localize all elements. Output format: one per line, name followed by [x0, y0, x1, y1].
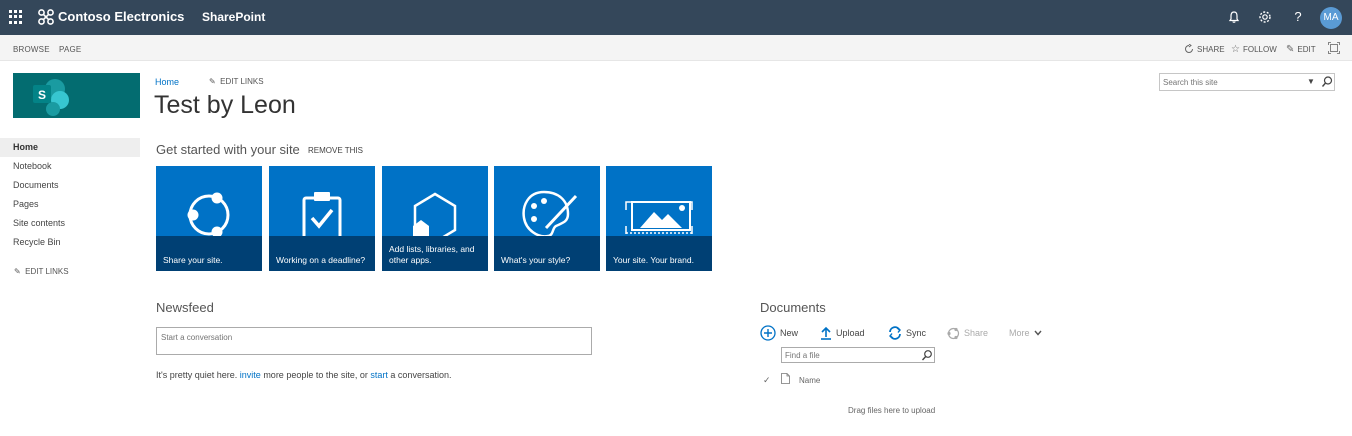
- search-input[interactable]: [1163, 76, 1301, 88]
- upload-arrow-icon: [821, 326, 831, 340]
- conversation-input[interactable]: [161, 331, 581, 343]
- pencil-icon: ✎: [1286, 44, 1295, 55]
- drag-files-hint: Drag files here to upload: [848, 406, 936, 415]
- left-nav-item-home[interactable]: Home: [0, 138, 140, 157]
- more-button[interactable]: More: [1009, 325, 1042, 341]
- tile-caption: Working on a deadline?: [269, 236, 375, 271]
- left-nav-item-documents[interactable]: Documents: [0, 176, 140, 195]
- edit-links-label: EDIT LINKS: [220, 77, 264, 86]
- waffle-icon[interactable]: [9, 10, 23, 24]
- tile-caption-text: Working on a deadline?: [276, 255, 366, 265]
- sync-label: Sync: [906, 328, 927, 338]
- ribbon-tab-page[interactable]: PAGE: [59, 45, 81, 54]
- site-title: Test by Leon: [154, 91, 296, 119]
- share-icon: [1185, 44, 1193, 53]
- tile-caption: Share your site.: [156, 236, 262, 271]
- newsfeed-empty-message: It's pretty quiet here. invite more peop…: [156, 370, 451, 380]
- palette-icon: [522, 190, 578, 236]
- share-icon: [947, 327, 960, 339]
- start-conversation-link[interactable]: start: [370, 370, 388, 380]
- notification-bell-icon[interactable]: [1226, 9, 1242, 25]
- edit-label: EDIT: [1297, 45, 1316, 54]
- conversation-box: [156, 327, 592, 355]
- svg-text:S: S: [38, 88, 46, 102]
- tile-caption-text: What's your style?: [501, 255, 571, 265]
- left-nav-item-pages[interactable]: Pages: [0, 195, 140, 214]
- follow-label: FOLLOW: [1242, 45, 1277, 54]
- chevron-down-icon: [1033, 330, 1042, 336]
- new-document-button[interactable]: New: [760, 325, 798, 341]
- document-type-icon: [781, 373, 790, 384]
- upload-button[interactable]: Upload: [820, 325, 865, 341]
- brand-logo-icon: [38, 9, 54, 25]
- new-label: New: [780, 328, 799, 338]
- pencil-icon: ✎: [209, 77, 216, 86]
- pencil-icon: ✎: [14, 267, 21, 276]
- follow-button[interactable]: ☆ FOLLOW: [1231, 44, 1277, 55]
- avatar[interactable]: MA: [1320, 7, 1342, 29]
- newsfeed-heading: Newsfeed: [156, 300, 214, 315]
- search-box: ▼: [1159, 73, 1335, 91]
- left-nav-item-site-contents[interactable]: Site contents: [0, 214, 140, 233]
- ribbon: BROWSE PAGE SHARE ☆ FOLLOW ✎ EDIT: [0, 35, 1352, 61]
- share-icon: [187, 192, 230, 236]
- top-nav-edit-links[interactable]: ✎ EDIT LINKS: [209, 77, 264, 86]
- tile-caption: Your site. Your brand.: [606, 236, 712, 271]
- search-icon[interactable]: [921, 349, 933, 362]
- left-nav: Home Notebook Documents Pages Site conte…: [0, 138, 140, 252]
- tile-share-your-site[interactable]: Share your site.: [156, 166, 262, 271]
- tile-caption-text: Add lists, libraries, and other apps.: [389, 244, 475, 265]
- ribbon-tab-browse[interactable]: BROWSE: [13, 45, 50, 54]
- image-brand-icon: [625, 201, 693, 234]
- sharepoint-logo-icon: S: [33, 79, 69, 116]
- tile-caption-text: Share your site.: [163, 255, 223, 265]
- documents-heading[interactable]: Documents: [760, 300, 826, 315]
- invite-link[interactable]: invite: [240, 370, 261, 380]
- find-file-input[interactable]: [785, 350, 915, 361]
- sync-button[interactable]: Sync: [888, 325, 926, 341]
- tile-add-apps[interactable]: Add lists, libraries, and other apps.: [382, 166, 488, 271]
- app-name[interactable]: SharePoint: [202, 10, 265, 24]
- share-button[interactable]: SHARE: [1184, 44, 1225, 54]
- name-column-header[interactable]: Name: [799, 376, 820, 385]
- get-started-heading: Get started with your site: [156, 142, 300, 157]
- search-scope-dropdown-icon[interactable]: ▼: [1307, 77, 1315, 86]
- share-document-button[interactable]: Share: [947, 325, 988, 341]
- help-icon[interactable]: ?: [1290, 9, 1306, 25]
- tile-caption-text: Your site. Your brand.: [613, 255, 694, 265]
- remove-this-link[interactable]: REMOVE THIS: [308, 146, 363, 155]
- tile-whats-your-style[interactable]: What's your style?: [494, 166, 600, 271]
- tile-caption: Add lists, libraries, and other apps.: [382, 236, 488, 271]
- add-circle-icon: [760, 325, 776, 341]
- share-label: SHARE: [1197, 44, 1225, 54]
- clipboard-check-icon: [302, 192, 342, 236]
- tile-caption: What's your style?: [494, 236, 600, 271]
- focus-content-icon[interactable]: [1328, 42, 1340, 54]
- left-nav-item-notebook[interactable]: Notebook: [0, 157, 140, 176]
- search-icon[interactable]: [1321, 75, 1333, 89]
- tile-working-on-deadline[interactable]: Working on a deadline?: [269, 166, 375, 271]
- site-logo[interactable]: S: [13, 73, 140, 118]
- suite-bar: Contoso Electronics SharePoint ? MA: [0, 0, 1352, 35]
- select-all-checkmark-icon[interactable]: ✓: [763, 375, 771, 386]
- left-nav-item-recycle-bin[interactable]: Recycle Bin: [0, 233, 140, 252]
- share-label: Share: [964, 328, 989, 338]
- settings-gear-icon[interactable]: [1257, 9, 1273, 25]
- more-label: More: [1009, 328, 1030, 338]
- sync-icon: [888, 326, 902, 340]
- quiet-prefix: It's pretty quiet here.: [156, 370, 238, 380]
- quiet-middle: more people to the site, or: [263, 370, 368, 380]
- quiet-suffix: a conversation.: [390, 370, 452, 380]
- add-apps-icon: [413, 192, 457, 236]
- find-file-box: [781, 347, 935, 363]
- left-nav-edit-links[interactable]: ✎ EDIT LINKS: [14, 267, 69, 276]
- upload-label: Upload: [836, 328, 865, 338]
- top-nav-home-link[interactable]: Home: [155, 77, 179, 87]
- left-nav-edit-links-label: EDIT LINKS: [25, 267, 69, 276]
- brand-name[interactable]: Contoso Electronics: [58, 9, 184, 24]
- edit-button[interactable]: ✎ EDIT: [1286, 44, 1316, 55]
- tile-your-brand[interactable]: Your site. Your brand.: [606, 166, 712, 271]
- star-icon: ☆: [1231, 44, 1240, 55]
